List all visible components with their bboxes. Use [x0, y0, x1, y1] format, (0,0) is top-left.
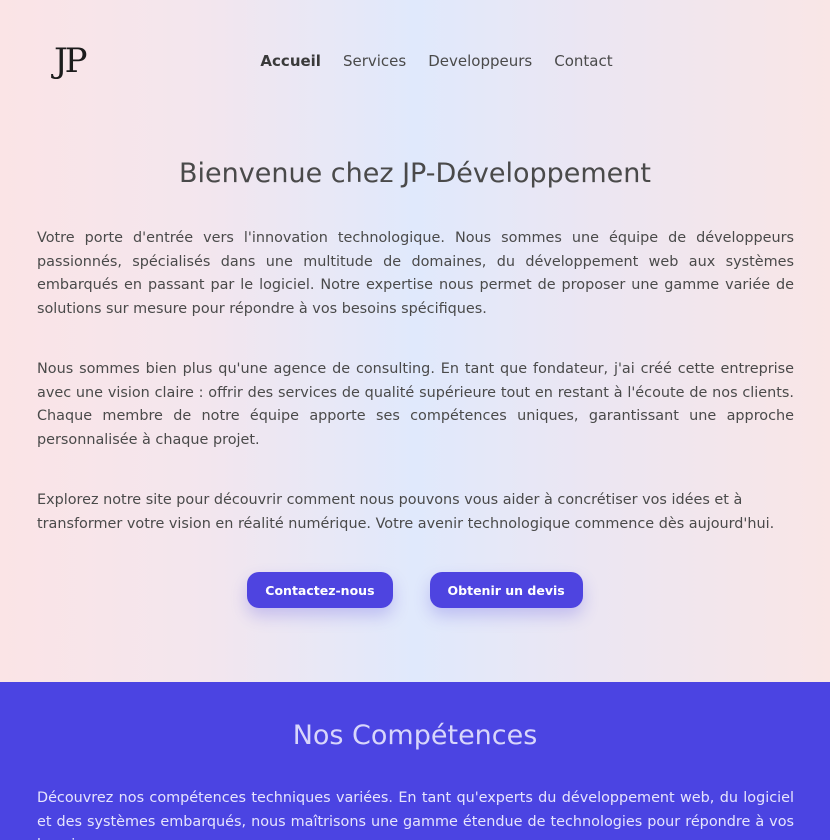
hero-section: JP Accueil Services Developpeurs Contact…: [0, 0, 830, 682]
skills-title: Nos Compétences: [292, 720, 538, 751]
nav-item-contact[interactable]: Contact: [554, 50, 612, 72]
nav-item-accueil[interactable]: Accueil: [260, 50, 321, 72]
hero-title: Bienvenue chez JP-Développement: [179, 158, 651, 189]
hero-paragraph-about: Nous sommes bien plus qu'une agence de c…: [37, 361, 794, 448]
skills-intro: Découvrez nos compétences techniques var…: [37, 790, 794, 840]
nav-item-developpeurs[interactable]: Developpeurs: [428, 50, 532, 72]
hero-paragraph-intro: Votre porte d'entrée vers l'innovation t…: [37, 230, 794, 317]
hero-paragraph-explore: Explorez notre site pour découvrir comme…: [37, 492, 775, 532]
contact-button[interactable]: Contactez-nous: [247, 572, 393, 608]
hero-actions: Contactez-nous Obtenir un devis: [0, 572, 830, 608]
skills-section: Nos Compétences Découvrez nos compétence…: [0, 682, 830, 840]
main-nav: Accueil Services Developpeurs Contact: [0, 50, 830, 72]
nav-item-services[interactable]: Services: [343, 50, 406, 72]
quote-button[interactable]: Obtenir un devis: [429, 572, 583, 608]
